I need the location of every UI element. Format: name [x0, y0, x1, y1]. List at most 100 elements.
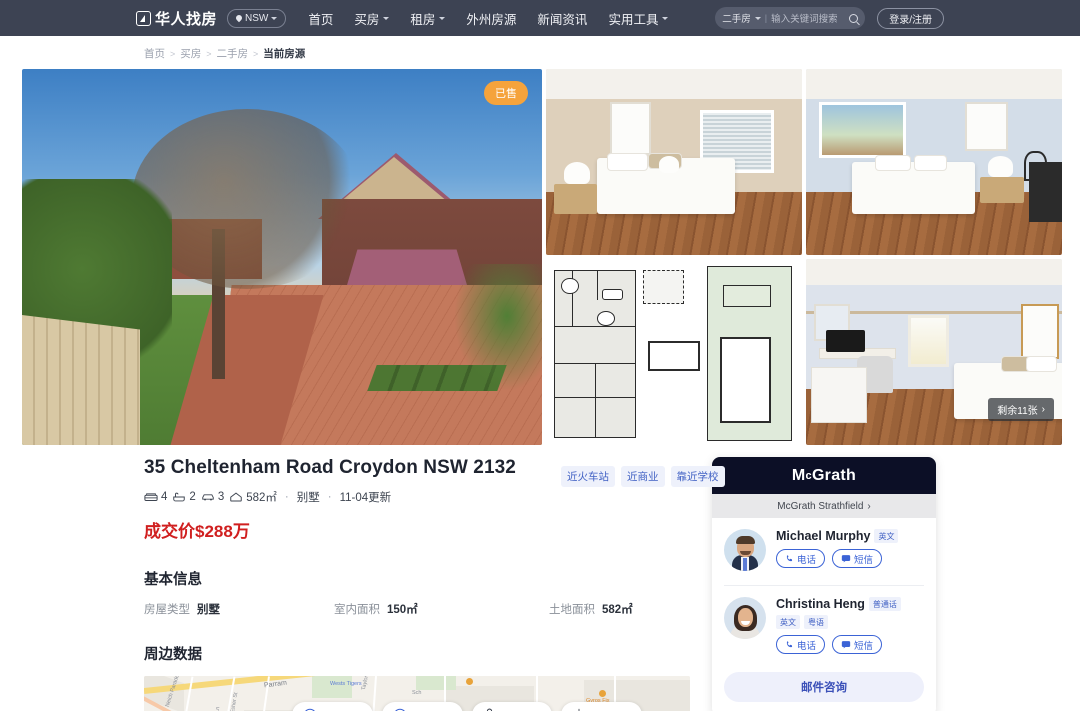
search-scope-label[interactable]: 二手房: [722, 11, 751, 25]
login-register-button[interactable]: 登录/注册: [877, 7, 944, 29]
search-input[interactable]: 输入关键词搜索: [771, 11, 845, 25]
agent-language-badge: 英文: [874, 529, 899, 543]
nav-item-news[interactable]: 新闻资讯: [537, 9, 587, 28]
nearby-map[interactable]: Neich Parade Webbs Ln Esher St Tilly Ln …: [144, 676, 690, 711]
more-photos-button[interactable]: 剩余11张 ›: [988, 398, 1054, 421]
breadcrumb-item-current: 当前房源: [263, 48, 306, 60]
basic-info-key: 房屋类型: [144, 604, 190, 616]
house-icon: [230, 492, 242, 502]
agent-call-button[interactable]: 电话: [776, 549, 826, 568]
thumbnail-photo-bedroom-beige[interactable]: [546, 69, 802, 255]
breadcrumb-item-home[interactable]: 首页: [144, 46, 165, 61]
front-fence: [22, 315, 140, 445]
pillow: [875, 154, 911, 172]
region-selector[interactable]: NSW: [227, 8, 287, 28]
nav-item-home[interactable]: 首页: [308, 9, 333, 28]
agent-contact-buttons: 电话 短信: [776, 635, 924, 654]
map-green-area: [416, 676, 456, 690]
agent-name-line: Michael Murphy 英文: [776, 529, 924, 543]
agent-sms-button[interactable]: 短信: [832, 549, 883, 568]
agent-sms-label: 短信: [854, 640, 874, 652]
floorplan-table: [602, 288, 623, 300]
monitor: [826, 329, 865, 352]
floorplan-terrace: [643, 270, 685, 304]
pillow: [913, 154, 947, 172]
phone-icon: [786, 555, 793, 562]
palm-plant: [452, 264, 542, 394]
search-divider: |: [764, 13, 768, 23]
logo[interactable]: 华人找房: [136, 8, 217, 29]
floorplan-wall: [597, 270, 599, 301]
chair: [1023, 150, 1047, 181]
map-button-label: 周边设施: [501, 708, 541, 711]
room-scene: [546, 69, 802, 255]
thumbnail-photo-floorplan[interactable]: [546, 259, 802, 445]
agent-sms-button[interactable]: 短信: [832, 635, 883, 654]
breadcrumb-separator: >: [206, 48, 212, 59]
basic-info-key: 土地面积: [549, 604, 595, 616]
thumbnail-photo-study[interactable]: 剩余11张 ›: [806, 259, 1062, 445]
basic-info-property-type: 房屋类型 别墅: [144, 601, 334, 617]
search-box[interactable]: 二手房 | 输入关键词搜索: [715, 7, 866, 29]
map-button-label: 所属校网: [591, 708, 631, 711]
wall-art: [610, 102, 651, 155]
agency-branch-link[interactable]: McGrath Strathfield ›: [712, 494, 936, 518]
pillow: [1026, 355, 1057, 373]
feature-tag-near-station: 近火车站: [561, 466, 615, 487]
photo-gallery: 已售 剩余11张 ›: [22, 69, 1062, 445]
section-title-basic-info: 基本信息: [144, 572, 202, 588]
site-header: 华人找房 NSW 首页 买房 租房 外州房源 新闻资讯 实用工具 二手房 | 输…: [0, 0, 1080, 36]
map-button-school-zone[interactable]: 所属校网: [561, 702, 642, 711]
search-icon[interactable]: [849, 13, 859, 23]
breadcrumb-item-buy[interactable]: 买房: [180, 46, 201, 61]
floorplan-wall: [553, 325, 636, 327]
chevron-down-icon[interactable]: [754, 16, 761, 20]
updated-date: 11-04更新: [339, 492, 392, 504]
nightstand: [980, 176, 1024, 203]
nav-item-interstate[interactable]: 外州房源: [466, 9, 516, 28]
basic-info-value: 582㎡: [602, 604, 633, 616]
wall-art: [964, 102, 1009, 151]
nav-label: 外州房源: [466, 12, 517, 27]
map-button-property-location[interactable]: 房屋位置: [292, 702, 373, 711]
agent-language-badge: 英文: [776, 615, 800, 629]
agent-contact-buttons: 电话 短信: [776, 549, 924, 568]
nav-item-buy[interactable]: 买房: [354, 9, 390, 28]
floorplan-fixture: [597, 311, 616, 326]
agent-call-label: 电话: [797, 554, 817, 566]
land-area-value: 582㎡: [246, 492, 277, 504]
breadcrumb: 首页 > 买房 > 二手房 > 当前房源: [136, 36, 944, 69]
feature-tags: 近火车站 近商业 靠近学校: [561, 466, 725, 487]
agent-card: McGrath McGrath Strathfield › Michael Mu…: [712, 457, 936, 711]
site-plan-residence: [720, 337, 772, 423]
chevron-right-icon: ›: [867, 500, 871, 512]
floorplan-attic: [648, 340, 700, 371]
nav-item-rent[interactable]: 租房: [410, 9, 446, 28]
breadcrumb-item-secondhand[interactable]: 二手房: [217, 46, 249, 61]
map-button-nearby-sold[interactable]: 附近已售: [382, 702, 463, 711]
spec-bathrooms: 2: [172, 491, 196, 503]
basic-info-key: 室内面积: [334, 604, 380, 616]
basic-info-internal-area: 室内面积 150㎡: [334, 601, 549, 617]
listing-details: 35 Cheltenham Road Croydon NSW 2132 4 2 …: [136, 457, 696, 711]
table-lamp: [563, 162, 590, 185]
logo-text: 华人找房: [155, 10, 218, 28]
thumbnail-photo-bedroom-blue[interactable]: [806, 69, 1062, 255]
wall-art: [1021, 303, 1060, 360]
basic-info-value: 别墅: [197, 604, 220, 616]
sold-price: 成交价$288万: [144, 522, 250, 541]
agency-name: McGrath: [792, 467, 856, 485]
dresser: [811, 366, 868, 423]
window: [908, 314, 950, 367]
chevron-down-icon: [439, 16, 446, 20]
chevron-down-icon: [271, 16, 278, 20]
agent-call-label: 电话: [797, 640, 817, 652]
map-button-amenities[interactable]: 周边设施: [472, 702, 552, 711]
ceiling: [806, 69, 1062, 99]
sold-badge: 已售: [484, 81, 528, 105]
agent-call-button[interactable]: 电话: [776, 635, 826, 654]
agent-row-michael-murphy: Michael Murphy 英文 电话 短信: [712, 518, 936, 577]
nav-item-tools[interactable]: 实用工具: [608, 9, 669, 28]
email-enquiry-button[interactable]: 邮件咨询: [724, 672, 924, 702]
hero-photo[interactable]: 已售: [22, 69, 542, 445]
